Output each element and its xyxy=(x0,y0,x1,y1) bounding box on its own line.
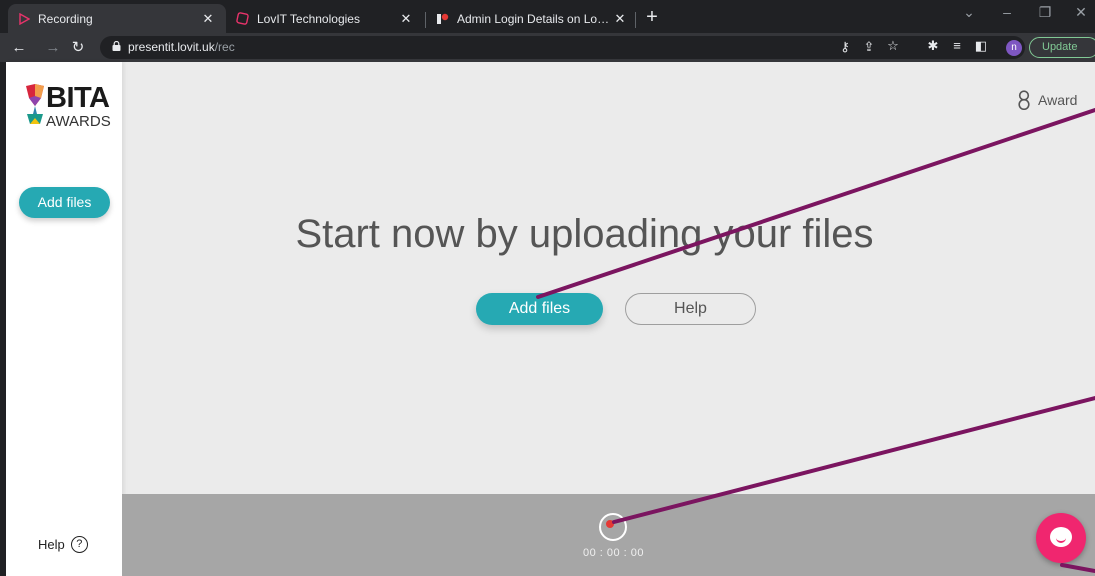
sidebar: BITA AWARDS Add files Help ? xyxy=(6,62,122,576)
user-menu[interactable]: Award xyxy=(1016,90,1077,110)
help-button[interactable]: Help xyxy=(625,293,756,325)
tab-title: LovIT Technologies xyxy=(257,11,360,26)
tab-lovit[interactable]: LovIT Technologies ✕ xyxy=(226,4,424,33)
tab-recording[interactable]: Recording ✕ xyxy=(8,4,226,33)
tab-title: Admin Login Details on Lovit Trac xyxy=(457,11,612,26)
url-path: /rec xyxy=(214,40,235,54)
share-icon[interactable]: ⇪ xyxy=(860,39,878,55)
page-title: Start now by uploading your files xyxy=(295,212,874,256)
logo-subtitle: AWARDS xyxy=(46,113,111,130)
side-panel-icon[interactable]: ◧ xyxy=(972,38,990,54)
restore-icon[interactable]: ❐ xyxy=(1030,4,1060,21)
play-icon xyxy=(19,12,30,25)
update-button[interactable]: Update xyxy=(1029,37,1095,58)
browser-toolbar: ← → ↻ presentit.lovit.uk/rec ⚷ ⇪ ☆ ✱ ≡ ◧ xyxy=(0,33,1095,62)
close-icon[interactable]: ✕ xyxy=(200,11,216,27)
reload-icon[interactable]: ↻ xyxy=(67,37,89,59)
sidebar-add-files-button[interactable]: Add files xyxy=(19,187,110,218)
url-host: presentit.lovit.uk xyxy=(128,40,215,54)
close-icon[interactable]: ✕ xyxy=(398,11,414,27)
reading-list-icon[interactable]: ≡ xyxy=(948,38,966,53)
lock-icon xyxy=(112,41,121,51)
user-icon xyxy=(1018,90,1030,110)
chevron-down-icon[interactable]: ⌄ xyxy=(954,4,984,21)
recording-timer: 00 : 00 : 00 xyxy=(582,547,645,559)
logo-wordmark: BITA xyxy=(46,82,110,114)
key-icon[interactable]: ⚷ xyxy=(836,39,854,55)
profile-avatar[interactable]: n xyxy=(1006,40,1022,56)
user-label: Award xyxy=(1038,92,1078,108)
tab-separator xyxy=(635,12,636,28)
url-text: presentit.lovit.uk/rec xyxy=(128,40,235,54)
lovit-logo-icon xyxy=(236,12,249,25)
chat-launcher-button[interactable] xyxy=(1036,513,1086,563)
browser-tab-strip: Recording ✕ LovIT Technologies ✕ Admin L… xyxy=(0,0,1095,33)
recording-bar: 00 : 00 : 00 xyxy=(122,494,1095,576)
sidebar-help-link[interactable]: Help ? xyxy=(38,536,88,553)
trac-logo-icon xyxy=(437,13,449,24)
add-files-button[interactable]: Add files xyxy=(476,293,603,325)
back-arrow-icon[interactable]: ← xyxy=(8,37,30,59)
record-button[interactable] xyxy=(599,513,627,541)
record-dot-icon xyxy=(606,520,614,528)
new-tab-button[interactable]: + xyxy=(640,6,664,30)
help-icon: ? xyxy=(70,536,88,553)
chat-bubble-icon xyxy=(1050,527,1072,547)
window-close-icon[interactable]: ✕ xyxy=(1066,4,1095,21)
forward-arrow-icon[interactable]: → xyxy=(42,37,64,59)
close-icon[interactable]: ✕ xyxy=(612,11,628,27)
trophy-gem-icon xyxy=(26,84,44,124)
extensions-icon[interactable]: ✱ xyxy=(924,38,942,54)
star-icon[interactable]: ☆ xyxy=(884,38,902,54)
tab-admin-login[interactable]: Admin Login Details on Lovit Trac ✕ xyxy=(426,4,638,33)
tab-title: Recording xyxy=(38,11,93,26)
minimize-icon[interactable]: – xyxy=(992,4,1022,20)
web-page: BITA AWARDS Add files Help ? Award Start… xyxy=(0,62,1095,576)
help-label: Help xyxy=(38,537,65,552)
